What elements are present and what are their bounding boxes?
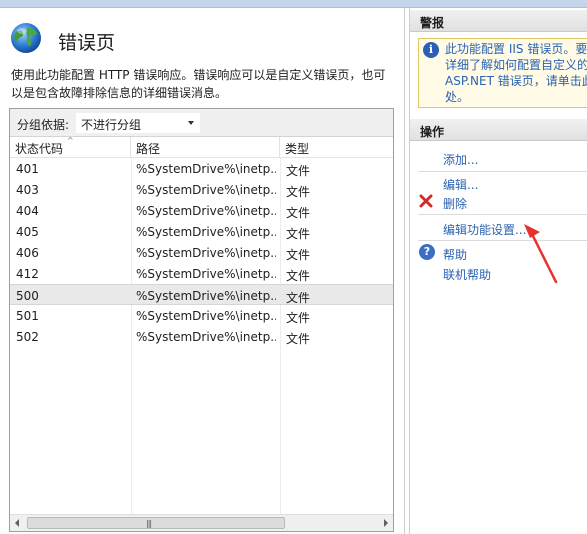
path-cell: %SystemDrive%\inetp... xyxy=(136,289,276,303)
action-separator xyxy=(418,171,587,172)
horizontal-scrollbar[interactable]: ||| xyxy=(10,514,393,531)
column-header-status-code[interactable]: 状态代码 ^ xyxy=(10,136,131,158)
path-cell: %SystemDrive%\inetp... xyxy=(136,225,276,239)
type-cell: 文件 xyxy=(286,164,311,178)
page-title: 错误页 xyxy=(58,32,116,54)
status-code-cell: 405 xyxy=(16,225,39,239)
edit-feature-settings-link[interactable]: 编辑功能设置... xyxy=(443,221,526,238)
scroll-right-icon[interactable] xyxy=(384,519,388,527)
window-top-border xyxy=(0,0,587,8)
actions-header: 操作 xyxy=(410,119,587,141)
list-rows: 401 %SystemDrive%\inetp... 文件 403 %Syste… xyxy=(10,158,393,347)
path-cell: %SystemDrive%\inetp... xyxy=(136,330,276,344)
column-header-label: 类型 xyxy=(285,142,310,156)
feature-pane: 错误页 使用此功能配置 HTTP 错误响应。错误响应可以是自定义错误页，也可 以… xyxy=(0,8,404,534)
table-row[interactable]: 403 %SystemDrive%\inetp... 文件 xyxy=(10,179,393,200)
type-cell: 文件 xyxy=(286,332,311,346)
path-cell: %SystemDrive%\inetp... xyxy=(136,267,276,281)
alerts-header-label: 警报 xyxy=(420,16,445,30)
add-action-link[interactable]: 添加... xyxy=(443,151,478,168)
column-header-type[interactable]: 类型 xyxy=(280,137,393,158)
alert-line: 详细了解如何配置自定义的 xyxy=(445,58,587,72)
column-header-path[interactable]: 路径 xyxy=(131,137,280,158)
info-icon: i xyxy=(423,42,439,58)
red-x-icon xyxy=(419,194,433,208)
scrollbar-thumb[interactable]: ||| xyxy=(27,517,285,529)
path-cell: %SystemDrive%\inetp... xyxy=(136,309,276,323)
path-cell: %SystemDrive%\inetp... xyxy=(136,204,276,218)
table-row[interactable]: 405 %SystemDrive%\inetp... 文件 xyxy=(10,221,393,242)
group-by-label: 分组依据: xyxy=(17,118,70,132)
alert-message[interactable]: i 此功能配置 IIS 错误页。要 详细了解如何配置自定义的 ASP.NET 错… xyxy=(418,38,587,108)
table-row-selected[interactable]: 500 %SystemDrive%\inetp... 文件 xyxy=(10,284,393,305)
description-line-2: 以是包含故障排除信息的详细错误消息。 xyxy=(11,86,228,100)
type-cell: 文件 xyxy=(286,291,311,305)
error-pages-list: 分组依据: 不进行分组 状态代码 ^ 路径 类型 401 %SystemDriv… xyxy=(9,108,394,532)
online-help-action-link[interactable]: 联机帮助 xyxy=(443,266,491,283)
type-cell: 文件 xyxy=(286,311,311,325)
table-row[interactable]: 401 %SystemDrive%\inetp... 文件 xyxy=(10,158,393,179)
alert-line: ASP.NET 错误页，请单击此 xyxy=(445,74,587,88)
alert-line: 此功能配置 IIS 错误页。要 xyxy=(445,42,587,56)
table-row[interactable]: 404 %SystemDrive%\inetp... 文件 xyxy=(10,200,393,221)
path-cell: %SystemDrive%\inetp... xyxy=(136,183,276,197)
dropdown-arrow-icon xyxy=(188,121,194,125)
type-cell: 文件 xyxy=(286,269,311,283)
table-row[interactable]: 502 %SystemDrive%\inetp... 文件 xyxy=(10,326,393,347)
status-code-cell: 500 xyxy=(16,289,39,303)
scroll-left-icon[interactable] xyxy=(15,519,19,527)
column-header-label: 状态代码 xyxy=(15,142,64,156)
table-row[interactable]: 412 %SystemDrive%\inetp... 文件 xyxy=(10,263,393,284)
sort-ascending-icon: ^ xyxy=(67,136,74,145)
alerts-header: 警报 xyxy=(410,10,587,32)
group-by-dropdown[interactable]: 不进行分组 xyxy=(76,113,200,133)
status-code-cell: 406 xyxy=(16,246,39,260)
status-code-cell: 401 xyxy=(16,162,39,176)
alert-line: 处。 xyxy=(445,90,470,104)
status-code-cell: 502 xyxy=(16,330,39,344)
status-code-cell: 403 xyxy=(16,183,39,197)
help-action-link[interactable]: 帮助 xyxy=(443,246,467,263)
alert-text[interactable]: 此功能配置 IIS 错误页。要 详细了解如何配置自定义的 ASP.NET 错误页… xyxy=(445,41,587,105)
table-row[interactable]: 406 %SystemDrive%\inetp... 文件 xyxy=(10,242,393,263)
type-cell: 文件 xyxy=(286,185,311,199)
scroll-grip-icon: ||| xyxy=(146,519,152,528)
type-cell: 文件 xyxy=(286,227,311,241)
group-by-bar: 分组依据: 不进行分组 xyxy=(10,109,393,137)
status-code-cell: 404 xyxy=(16,204,39,218)
list-header: 状态代码 ^ 路径 类型 xyxy=(10,136,393,158)
pane-splitter[interactable] xyxy=(404,8,408,534)
group-by-value: 不进行分组 xyxy=(81,118,142,132)
path-cell: %SystemDrive%\inetp... xyxy=(136,162,276,176)
globe-icon xyxy=(11,23,41,53)
status-code-cell: 501 xyxy=(16,309,39,323)
type-cell: 文件 xyxy=(286,206,311,220)
delete-action-link[interactable]: 删除 xyxy=(443,195,467,212)
annotation-arrow-icon xyxy=(524,224,558,284)
help-icon: ? xyxy=(419,244,435,260)
table-row[interactable]: 501 %SystemDrive%\inetp... 文件 xyxy=(10,305,393,326)
action-separator xyxy=(418,214,587,215)
path-cell: %SystemDrive%\inetp... xyxy=(136,246,276,260)
description-line-1: 使用此功能配置 HTTP 错误响应。错误响应可以是自定义错误页，也可 xyxy=(11,68,386,82)
edit-action-link[interactable]: 编辑... xyxy=(443,176,478,193)
column-header-label: 路径 xyxy=(136,142,161,156)
status-code-cell: 412 xyxy=(16,267,39,281)
type-cell: 文件 xyxy=(286,248,311,262)
page-description: 使用此功能配置 HTTP 错误响应。错误响应可以是自定义错误页，也可 以是包含故… xyxy=(11,66,396,102)
actions-header-label: 操作 xyxy=(420,125,445,139)
